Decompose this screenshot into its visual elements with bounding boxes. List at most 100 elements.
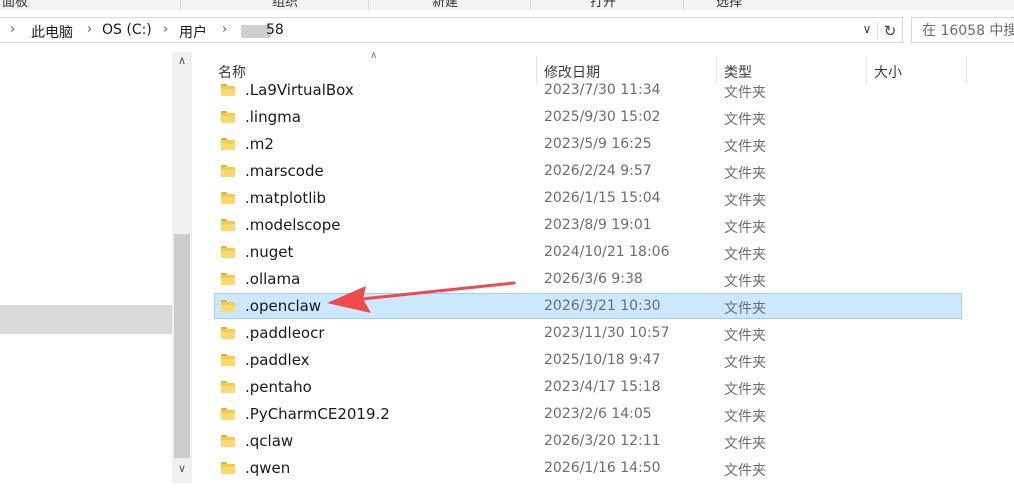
file-row[interactable]: .pentaho 2023/4/17 15:18 文件夹: [214, 374, 962, 400]
file-name[interactable]: .ollama: [245, 270, 300, 288]
nav-scrollbar[interactable]: ∧ ∨: [172, 52, 192, 483]
folder-icon: [221, 462, 235, 474]
column-header-modified[interactable]: 修改日期: [544, 62, 600, 82]
breadcrumb-os-drive[interactable]: OS (C:): [102, 22, 152, 38]
file-modified-date: 2023/11/30 10:57: [544, 325, 670, 341]
file-type: 文件夹: [724, 85, 766, 101]
file-name[interactable]: .marscode: [245, 162, 324, 180]
file-list: .La9VirtualBox 2023/7/30 11:34 文件夹 .lingma 2…: [192, 80, 1014, 489]
file-name[interactable]: .m2: [245, 135, 274, 153]
file-modified-date: 2026/3/21 10:30: [544, 298, 661, 314]
folder-icon: [221, 408, 235, 420]
file-name[interactable]: .matplotlib: [245, 189, 326, 207]
ribbon-label-organize[interactable]: 组织: [272, 0, 298, 10]
file-row[interactable]: .nuget 2024/10/21 18:06 文件夹: [214, 239, 962, 265]
chevron-down-icon[interactable]: ∨: [857, 22, 877, 40]
file-name[interactable]: .PyCharmCE2019.2: [245, 405, 390, 423]
address-bar[interactable]: › 此电脑 › OS (C:) › 用户 › 58 ∨ ↻: [0, 17, 903, 43]
column-header-size[interactable]: 大小: [874, 62, 902, 82]
scrollbar-thumb[interactable]: [174, 234, 190, 458]
file-type: 文件夹: [724, 355, 766, 371]
file-type: 文件夹: [724, 436, 766, 452]
file-name[interactable]: .qclaw: [245, 432, 293, 450]
file-row[interactable]: .openclaw 2026/3/21 10:30 文件夹: [214, 293, 962, 319]
column-header-type[interactable]: 类型: [724, 62, 752, 82]
folder-icon: [221, 381, 235, 393]
folder-icon: [221, 273, 235, 285]
file-row[interactable]: .matplotlib 2026/1/15 15:04 文件夹: [214, 185, 962, 211]
ribbon-divider: [683, 0, 684, 10]
file-name[interactable]: .openclaw: [245, 297, 321, 315]
breadcrumb-this-pc[interactable]: 此电脑: [31, 22, 73, 42]
file-modified-date: 2023/5/9 16:25: [544, 136, 652, 152]
chevron-right-icon[interactable]: ›: [163, 22, 168, 37]
file-type: 文件夹: [724, 463, 766, 479]
file-type: 文件夹: [724, 382, 766, 398]
search-input[interactable]: [920, 19, 1014, 43]
breadcrumb-user-folder[interactable]: 58: [266, 22, 284, 38]
ribbon-label-panel[interactable]: 面板: [2, 0, 28, 10]
file-type: 文件夹: [724, 220, 766, 236]
file-modified-date: 2025/10/18 9:47: [544, 352, 661, 368]
file-type: 文件夹: [724, 193, 766, 209]
file-name[interactable]: .paddleocr: [245, 324, 325, 342]
chevron-right-icon[interactable]: ›: [222, 22, 227, 37]
file-modified-date: 2026/3/6 9:38: [544, 271, 643, 287]
ribbon-label-new[interactable]: 新建: [432, 0, 458, 10]
scroll-down-icon[interactable]: ∨: [172, 462, 192, 480]
column-header-name[interactable]: 名称: [218, 62, 246, 82]
file-modified-date: 2025/9/30 15:02: [544, 109, 661, 125]
file-name[interactable]: .La9VirtualBox: [245, 81, 354, 99]
file-name[interactable]: .nuget: [245, 243, 293, 261]
chevron-right-icon[interactable]: ›: [10, 22, 15, 37]
file-modified-date: 2026/2/24 9:57: [544, 163, 652, 179]
file-type: 文件夹: [724, 166, 766, 182]
file-modified-date: 2026/1/16 14:50: [544, 460, 661, 476]
file-modified-date: 2023/2/6 14:05: [544, 406, 652, 422]
chevron-right-icon[interactable]: ›: [87, 22, 92, 37]
file-row[interactable]: .ollama 2026/3/6 9:38 文件夹: [214, 266, 962, 292]
file-row[interactable]: .La9VirtualBox 2023/7/30 11:34 文件夹: [214, 80, 962, 103]
breadcrumb-users[interactable]: 用户: [179, 22, 207, 42]
address-row: › 此电脑 › OS (C:) › 用户 › 58 ∨ ↻: [0, 10, 1014, 46]
folder-icon: [221, 327, 235, 339]
file-row[interactable]: .PyCharmCE2019.2 2023/2/6 14:05 文件夹: [214, 401, 962, 427]
file-row[interactable]: .lingma 2025/9/30 15:02 文件夹: [214, 104, 962, 130]
file-modified-date: 2026/3/20 12:11: [544, 433, 661, 449]
file-modified-date: 2024/10/21 18:06: [544, 244, 670, 260]
file-row[interactable]: .m2 2023/5/9 16:25 文件夹: [214, 131, 962, 157]
file-type: 文件夹: [724, 274, 766, 290]
folder-icon: [221, 219, 235, 231]
ribbon-divider: [180, 0, 181, 10]
folder-icon: [221, 138, 235, 150]
file-name[interactable]: .qwen: [245, 459, 290, 477]
folder-icon: [221, 435, 235, 447]
file-modified-date: 2026/1/15 15:04: [544, 190, 661, 206]
refresh-icon[interactable]: ↻: [877, 22, 902, 40]
sort-ascending-icon: ∧: [370, 50, 378, 61]
nav-selected-item[interactable]: [0, 305, 172, 334]
ribbon-divider: [530, 0, 531, 10]
file-type: 文件夹: [724, 301, 766, 317]
file-row[interactable]: .qwen 2026/1/16 14:50 文件夹: [214, 455, 962, 481]
navigation-pane[interactable]: [0, 46, 172, 489]
file-row[interactable]: .marscode 2026/2/24 9:57 文件夹: [214, 158, 962, 184]
file-row[interactable]: .qclaw 2026/3/20 12:11 文件夹: [214, 428, 962, 454]
file-type: 文件夹: [724, 328, 766, 344]
file-type: 文件夹: [724, 247, 766, 263]
file-row[interactable]: .paddleocr 2023/11/30 10:57 文件夹: [214, 320, 962, 346]
file-row[interactable]: .paddlex 2025/10/18 9:47 文件夹: [214, 347, 962, 373]
scroll-up-icon[interactable]: ∧: [172, 54, 192, 72]
ribbon-label-open[interactable]: 打开: [590, 0, 616, 10]
search-box[interactable]: [911, 17, 1014, 43]
file-name[interactable]: .lingma: [245, 108, 301, 126]
ribbon-label-select[interactable]: 选择: [716, 0, 742, 10]
ribbon-divider: [368, 0, 369, 10]
file-name[interactable]: .pentaho: [245, 378, 312, 396]
file-name[interactable]: .modelscope: [245, 216, 340, 234]
folder-icon: [221, 192, 235, 204]
folder-icon: [221, 84, 235, 96]
file-name[interactable]: .paddlex: [245, 351, 310, 369]
file-row[interactable]: .modelscope 2023/8/9 19:01 文件夹: [214, 212, 962, 238]
file-type: 文件夹: [724, 112, 766, 128]
